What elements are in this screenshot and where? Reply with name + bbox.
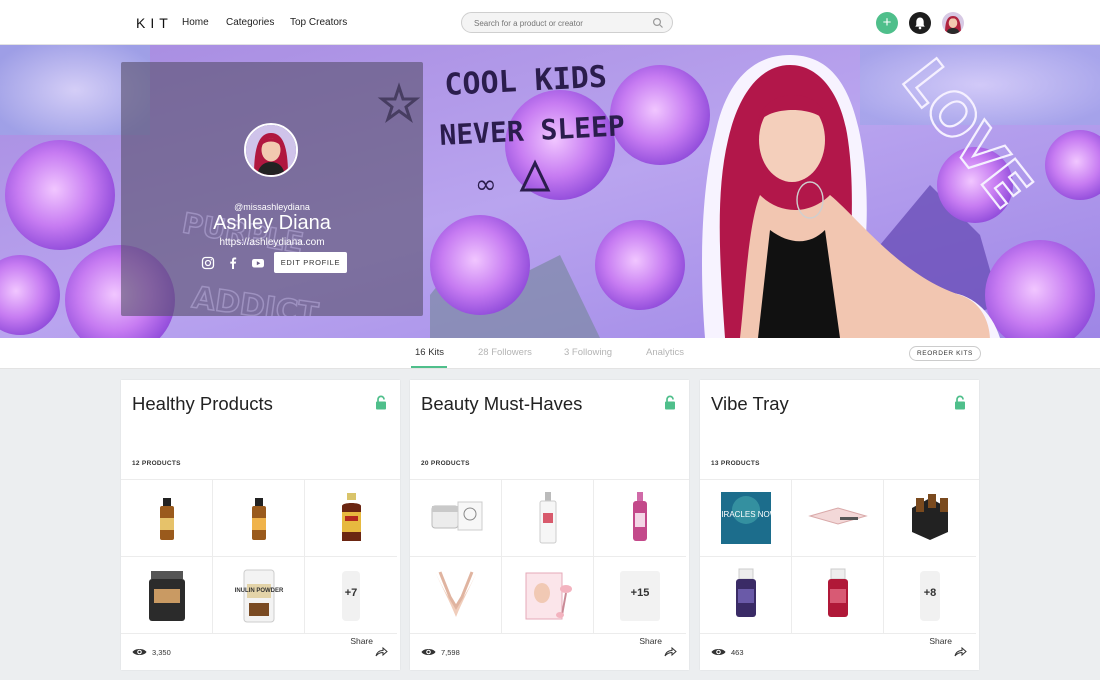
bell-icon <box>915 17 925 30</box>
product-label-text: INULIN POWDER <box>235 588 284 594</box>
kit-card[interactable]: Beauty Must-Haves 20 PRODUCTS +15 Share <box>410 380 689 670</box>
product-thumbnail[interactable] <box>121 557 213 634</box>
more-products-tile[interactable]: +8 <box>884 557 976 634</box>
share-label[interactable]: Share <box>639 636 662 646</box>
product-thumbnail[interactable] <box>121 480 213 557</box>
more-products-tile[interactable]: +7 <box>305 557 397 634</box>
facebook-icon[interactable] <box>226 256 240 270</box>
product-grid: MIRACLES NOW +8 <box>700 479 979 634</box>
eye-icon <box>711 649 726 655</box>
more-products-count: +15 <box>630 587 650 599</box>
lock-icon <box>665 395 675 410</box>
eye-icon <box>132 649 147 655</box>
profile-handle: @missashleydiana <box>234 202 310 212</box>
product-label-text: MIRACLES NOW <box>715 510 778 519</box>
product-thumbnail[interactable]: INULIN POWDER <box>213 557 305 634</box>
profile-card: PURPLE ADDICT @missashleydiana Ashley Di… <box>121 62 423 316</box>
tab-kits[interactable]: 16 Kits <box>415 347 444 358</box>
instagram-icon[interactable] <box>201 256 215 270</box>
card-overlay-text: PURPLE ADDICT <box>179 206 321 316</box>
kit-title[interactable]: Beauty Must-Haves <box>421 393 582 415</box>
plus-icon: + <box>882 14 892 31</box>
add-kit-button[interactable]: + <box>876 12 898 34</box>
more-products-tile[interactable]: +15 <box>594 557 686 634</box>
product-count: 20 PRODUCTS <box>421 460 470 467</box>
search-input[interactable] <box>474 16 644 30</box>
product-count: 12 PRODUCTS <box>132 460 181 467</box>
tab-analytics[interactable]: Analytics <box>646 347 684 358</box>
nav-home-link[interactable]: Home <box>182 17 209 28</box>
profile-avatar[interactable] <box>244 123 298 177</box>
product-thumbnail[interactable] <box>792 480 884 557</box>
product-thumbnail[interactable] <box>410 557 502 634</box>
share-label[interactable]: Share <box>350 636 373 646</box>
eye-icon <box>421 649 436 655</box>
profile-name: Ashley Diana <box>213 212 331 234</box>
product-thumbnail[interactable] <box>884 480 976 557</box>
lock-icon <box>376 395 386 410</box>
lock-icon <box>955 395 965 410</box>
notifications-button[interactable] <box>909 12 931 34</box>
product-thumbnail[interactable] <box>410 480 502 557</box>
product-count: 13 PRODUCTS <box>711 460 760 467</box>
banner-text-addict: ADDICT <box>190 280 321 316</box>
share-icon[interactable] <box>954 646 967 657</box>
product-thumbnail[interactable] <box>502 557 594 634</box>
view-count: 3,350 <box>152 648 171 657</box>
kit-logo[interactable]: KIT <box>136 15 173 31</box>
active-tab-indicator <box>411 366 447 368</box>
product-thumbnail[interactable] <box>502 480 594 557</box>
edit-profile-button[interactable]: EDIT PROFILE <box>274 252 347 273</box>
share-label[interactable]: Share <box>929 636 952 646</box>
more-products-count: +7 <box>344 587 358 599</box>
more-products-count: +8 <box>923 587 937 599</box>
view-count: 7,598 <box>441 648 460 657</box>
product-thumbnail[interactable] <box>700 557 792 634</box>
product-thumbnail[interactable] <box>305 480 397 557</box>
product-thumbnail[interactable] <box>792 557 884 634</box>
nav-top-creators-link[interactable]: Top Creators <box>290 17 347 28</box>
profile-tabs: 16 Kits 28 Followers 3 Following Analyti… <box>0 338 1100 369</box>
kit-title[interactable]: Vibe Tray <box>711 393 789 415</box>
view-count: 463 <box>731 648 744 657</box>
tab-followers[interactable]: 28 Followers <box>478 347 532 358</box>
top-navbar: KIT Home Categories Top Creators + <box>0 0 1100 45</box>
kit-title[interactable]: Healthy Products <box>132 393 273 415</box>
share-icon[interactable] <box>664 646 677 657</box>
product-grid: +15 <box>410 479 689 634</box>
svg-text:∞: ∞ <box>475 170 497 200</box>
profile-banner: COOL KIDS NEVER SLEEP ∞ LOVE PURPLE ADDI… <box>0 45 1100 338</box>
kit-card[interactable]: Healthy Products 12 PRODUCTS INULIN POWD… <box>121 380 400 670</box>
search-bar <box>461 12 673 33</box>
profile-website-link[interactable]: https://ashleydiana.com <box>121 237 423 248</box>
product-thumbnail[interactable]: MIRACLES NOW <box>700 480 792 557</box>
product-grid: INULIN POWDER +7 <box>121 479 400 634</box>
search-icon[interactable] <box>652 17 664 29</box>
nav-categories-link[interactable]: Categories <box>226 17 274 28</box>
share-icon[interactable] <box>375 646 388 657</box>
kit-card[interactable]: Vibe Tray 13 PRODUCTS MIRACLES NOW +8 Sh… <box>700 380 979 670</box>
reorder-kits-button[interactable]: REORDER KITS <box>909 346 981 361</box>
product-thumbnail[interactable] <box>594 480 686 557</box>
tab-following[interactable]: 3 Following <box>564 347 612 358</box>
youtube-icon[interactable] <box>251 256 265 270</box>
user-avatar[interactable] <box>942 12 964 34</box>
product-thumbnail[interactable] <box>213 480 305 557</box>
